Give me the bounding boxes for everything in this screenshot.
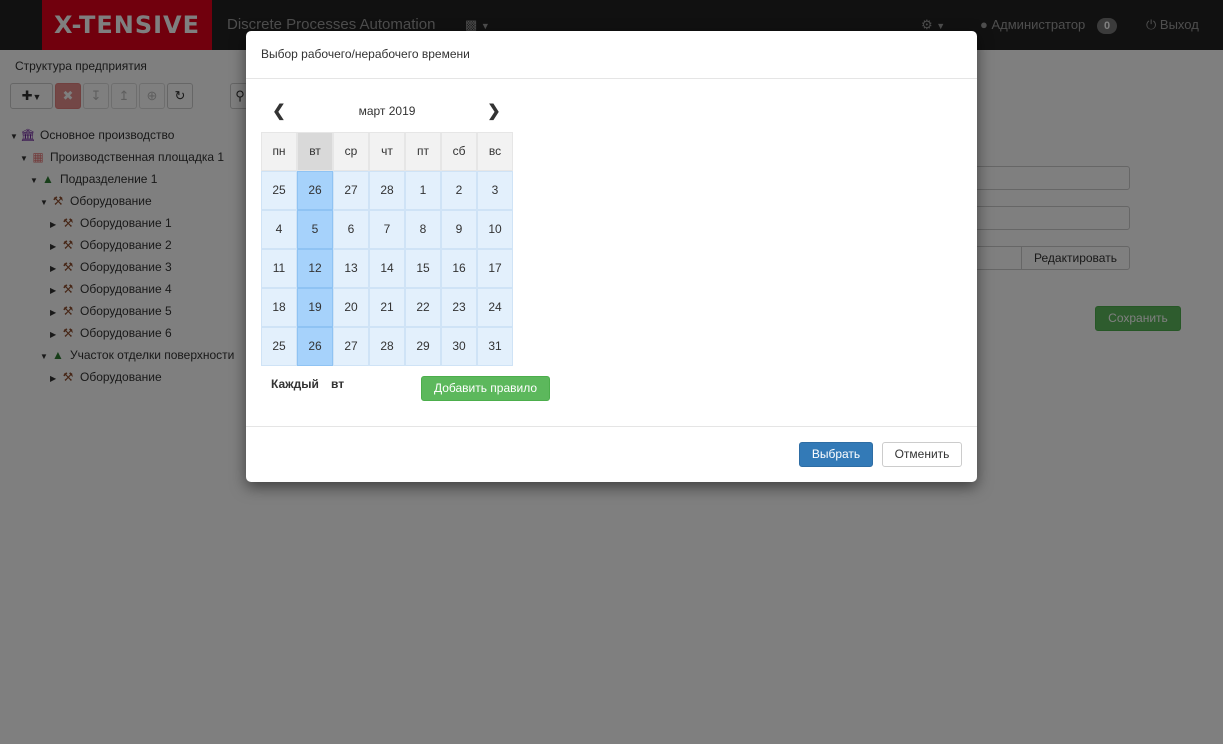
calendar-day[interactable]: 13 [333,249,369,288]
calendar-day[interactable]: 27 [333,327,369,366]
calendar-day[interactable]: 14 [369,249,405,288]
calendar-day[interactable]: 26 [297,327,333,366]
working-time-dialog: Выбор рабочего/нерабочего времени ❮ март… [246,31,977,482]
calendar-day[interactable]: 9 [441,210,477,249]
calendar-day[interactable]: 11 [261,249,297,288]
calendar-day[interactable]: 7 [369,210,405,249]
calendar-day[interactable]: 17 [477,249,513,288]
calendar-day[interactable]: 24 [477,288,513,327]
weekday-header[interactable]: вс [477,132,513,171]
weekday-header[interactable]: вт [297,132,333,171]
calendar-day[interactable]: 4 [261,210,297,249]
calendar-day[interactable]: 10 [477,210,513,249]
calendar-day[interactable]: 30 [441,327,477,366]
calendar-day[interactable]: 29 [405,327,441,366]
calendar-day[interactable]: 16 [441,249,477,288]
calendar-day[interactable]: 3 [477,171,513,210]
dialog-title: Выбор рабочего/нерабочего времени [261,47,470,61]
calendar-day[interactable]: 28 [369,327,405,366]
calendar-day[interactable]: 1 [405,171,441,210]
calendar-day[interactable]: 8 [405,210,441,249]
calendar-day[interactable]: 5 [297,210,333,249]
calendar-day[interactable]: 19 [297,288,333,327]
calendar-day[interactable]: 20 [333,288,369,327]
calendar-day[interactable]: 21 [369,288,405,327]
chevron-right-icon: ❯ [487,103,501,120]
calendar-day[interactable]: 23 [441,288,477,327]
dialog-header: Выбор рабочего/нерабочего времени [246,31,977,79]
calendar-month-label: март 2019 [358,104,416,118]
rule-every-label: Каждый [271,377,319,391]
add-rule-button[interactable]: Добавить правило [421,376,550,401]
calendar-day[interactable]: 22 [405,288,441,327]
weekday-header[interactable]: ср [333,132,369,171]
calendar-day[interactable]: 6 [333,210,369,249]
weekday-header[interactable]: пт [405,132,441,171]
calendar-day[interactable]: 25 [261,171,297,210]
calendar-day[interactable]: 28 [369,171,405,210]
calendar-day[interactable]: 12 [297,249,333,288]
weekday-header[interactable]: чт [369,132,405,171]
weekday-header[interactable]: пн [261,132,297,171]
calendar-day[interactable]: 27 [333,171,369,210]
rule-day-label: вт [331,377,345,391]
calendar-day[interactable]: 18 [261,288,297,327]
calendar-day[interactable]: 26 [297,171,333,210]
choose-button[interactable]: Выбрать [799,442,873,467]
next-month-button[interactable]: ❯ [484,102,504,122]
cancel-button[interactable]: Отменить [882,442,962,467]
weekday-header[interactable]: сб [441,132,477,171]
calendar-day[interactable]: 2 [441,171,477,210]
calendar-day[interactable]: 15 [405,249,441,288]
calendar-day[interactable]: 31 [477,327,513,366]
calendar-day[interactable]: 25 [261,327,297,366]
